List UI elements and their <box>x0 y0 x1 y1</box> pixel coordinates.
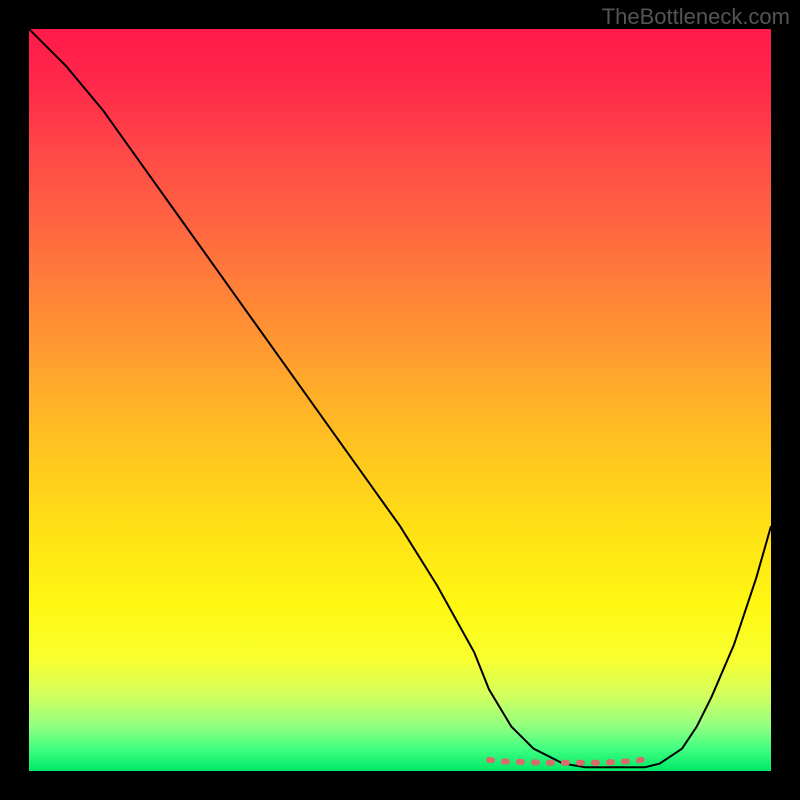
chart-svg <box>29 29 771 771</box>
watermark-text: TheBottleneck.com <box>602 4 790 30</box>
chart-plot-area <box>29 29 771 771</box>
optimal-range-line <box>489 758 652 763</box>
bottleneck-curve <box>29 29 771 767</box>
optimal-dots <box>489 758 652 763</box>
